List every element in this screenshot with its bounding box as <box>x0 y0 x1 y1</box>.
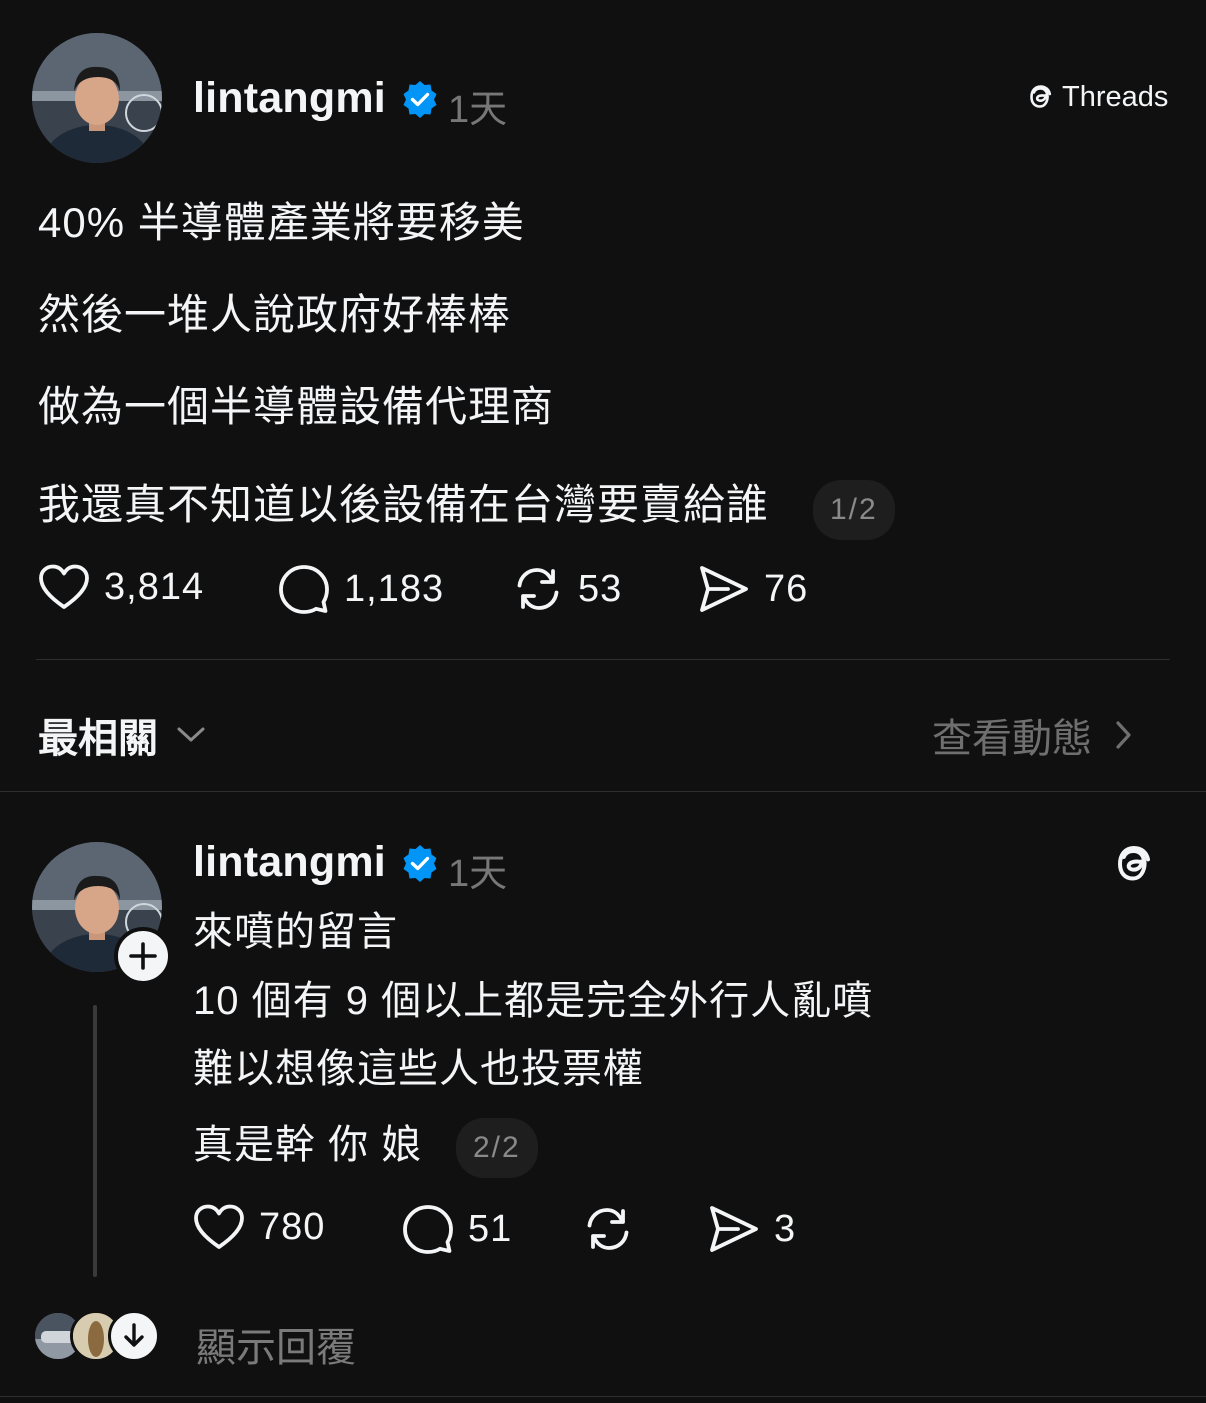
post-text-line: 我還真不知道以後設備在台灣要賣給誰 <box>38 481 770 528</box>
chevron-down-icon <box>177 727 205 742</box>
show-replies-avatars[interactable] <box>32 1310 172 1366</box>
repost-button[interactable] <box>582 1203 634 1255</box>
view-activity-label: 查看動態 <box>932 717 1092 761</box>
heart-icon <box>39 564 89 609</box>
thread-pager-badge: 2/2 <box>456 1118 538 1178</box>
share-button[interactable]: 3 <box>708 1203 796 1255</box>
divider <box>0 1396 1206 1397</box>
verified-badge-icon <box>403 845 437 882</box>
show-replies-link[interactable]: 顯示回覆 <box>196 1315 356 1373</box>
post-time: 1天 <box>448 89 508 131</box>
reply-text-line: 真是幹 你 娘 <box>193 1123 423 1167</box>
author-username[interactable]: lintangmi <box>193 74 386 123</box>
chevron-right-icon <box>1116 721 1131 749</box>
threads-brand[interactable]: Threads <box>1024 80 1168 114</box>
arrow-down-icon <box>124 1323 144 1347</box>
reply-time: 1天 <box>448 853 508 895</box>
repost-icon <box>517 568 559 610</box>
repost-button[interactable]: 53 <box>512 563 622 615</box>
comment-button[interactable]: 51 <box>402 1203 512 1255</box>
comment-count: 1,183 <box>344 567 445 610</box>
expand-replies-button[interactable] <box>108 1310 160 1362</box>
comment-button[interactable]: 1,183 <box>278 563 444 615</box>
comment-icon <box>403 1205 453 1254</box>
post-text-line: 40% 半導體產業將要移美 <box>38 199 525 246</box>
like-count: 3,814 <box>104 565 205 608</box>
sort-dropdown[interactable]: 最相關 <box>38 706 206 764</box>
sort-dropdown-label: 最相關 <box>38 717 158 761</box>
share-count: 3 <box>774 1207 797 1250</box>
send-icon <box>710 1206 758 1252</box>
comment-icon <box>279 565 329 614</box>
comment-count: 51 <box>468 1207 513 1250</box>
thread-pager-badge: 1/2 <box>813 480 895 540</box>
like-button[interactable]: 3,814 <box>38 563 204 611</box>
share-count: 76 <box>764 567 809 610</box>
post-text-line: 做為一個半導體設備代理商 <box>38 383 555 430</box>
thread-connector-line <box>93 1005 97 1277</box>
avatar-photo <box>32 33 162 163</box>
reply-author-username[interactable]: lintangmi <box>193 838 386 887</box>
plus-icon <box>129 942 157 970</box>
reply-text-line: 10 個有 9 個以上都是完全外行人亂噴 <box>193 979 874 1023</box>
threads-brand-label: Threads <box>1062 80 1169 113</box>
like-count: 780 <box>259 1205 326 1248</box>
follow-button[interactable] <box>114 927 172 985</box>
repost-icon <box>587 1208 629 1250</box>
post-text-line: 然後一堆人說政府好棒棒 <box>38 291 512 338</box>
divider <box>36 659 1170 660</box>
like-button[interactable]: 780 <box>193 1203 325 1251</box>
send-icon <box>700 566 748 612</box>
view-activity-link[interactable]: 查看動態 <box>932 706 1132 764</box>
threads-logo-icon[interactable] <box>1108 838 1158 890</box>
share-button[interactable]: 76 <box>698 563 808 615</box>
threads-logo-icon <box>1030 85 1052 108</box>
verified-badge-icon <box>403 81 437 118</box>
reply-text-line: 難以想像這些人也投票權 <box>193 1047 644 1091</box>
repost-count: 53 <box>578 567 623 610</box>
divider <box>0 791 1206 792</box>
author-avatar[interactable] <box>32 33 162 163</box>
reply-text-line: 來噴的留言 <box>193 910 398 954</box>
heart-icon <box>194 1204 244 1249</box>
